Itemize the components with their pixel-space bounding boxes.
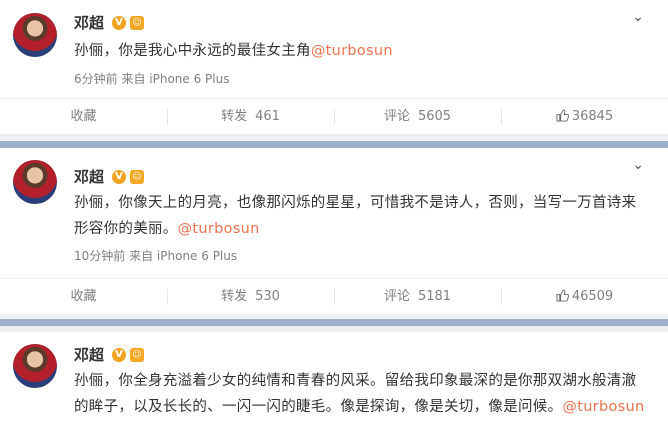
- weibo-post: 邓超 V ☺ 孙俪，你全身充溢着少女的纯情和青春的风采。留给我印象最深的是你那双…: [0, 332, 668, 442]
- post-source[interactable]: 来自 iPhone 6 Plus: [129, 249, 237, 263]
- repost-count: 530: [255, 289, 280, 304]
- separator-bar: [0, 141, 668, 148]
- weibo-post: 邓超 V ☺ ⌄ 孙俪，你是我心中永远的最佳女主角@turbosun 6分钟前 …: [0, 0, 668, 98]
- post-separator: [0, 134, 668, 148]
- post-time[interactable]: 10分钟前: [74, 249, 125, 263]
- collect-label: 收藏: [70, 289, 97, 304]
- thumbs-up-icon: [556, 109, 569, 122]
- post-content: 孙俪，你是我心中永远的最佳女主角@turbosun: [74, 38, 650, 64]
- author-name[interactable]: 邓超: [74, 14, 104, 32]
- separator-bar: [0, 319, 668, 326]
- medal-icon: ☺: [130, 170, 144, 184]
- post-meta: 6分钟前 来自 iPhone 6 Plus: [74, 70, 229, 87]
- action-bar: 收藏 转发 461 评论 5605 36845: [0, 98, 668, 135]
- post-time[interactable]: 6分钟前: [74, 72, 118, 86]
- collect-label: 收藏: [70, 109, 97, 124]
- like-button[interactable]: 46509: [501, 279, 668, 315]
- like-button[interactable]: 36845: [501, 99, 668, 135]
- comment-button[interactable]: 评论 5605: [334, 99, 501, 135]
- repost-label: 转发: [221, 109, 248, 124]
- comment-label: 评论: [383, 289, 410, 304]
- post-separator: [0, 314, 668, 332]
- chevron-down-icon[interactable]: ⌄: [632, 10, 644, 24]
- repost-count: 461: [255, 109, 280, 124]
- avatar[interactable]: [13, 344, 57, 388]
- medal-icon: ☺: [130, 348, 144, 362]
- like-count: 46509: [571, 289, 614, 304]
- verified-icon: V: [112, 170, 126, 184]
- verified-icon: V: [112, 16, 126, 30]
- post-text: 孙俪，你像天上的月亮，也像那闪烁的星星，可惜我不是诗人，否则，当写一万首诗来形容…: [74, 195, 637, 237]
- weibo-post: 邓超 V ☺ ⌄ 孙俪，你像天上的月亮，也像那闪烁的星星，可惜我不是诗人，否则，…: [0, 148, 668, 282]
- medal-icon: ☺: [130, 16, 144, 30]
- avatar[interactable]: [13, 13, 57, 57]
- author-name[interactable]: 邓超: [74, 168, 104, 186]
- comment-label: 评论: [383, 109, 410, 124]
- repost-button[interactable]: 转发 530: [167, 279, 334, 315]
- mention-link[interactable]: @turbosun: [311, 43, 393, 59]
- comment-button[interactable]: 评论 5181: [334, 279, 501, 315]
- post-content: 孙俪，你像天上的月亮，也像那闪烁的星星，可惜我不是诗人，否则，当写一万首诗来形容…: [74, 190, 650, 242]
- repost-button[interactable]: 转发 461: [167, 99, 334, 135]
- mention-link[interactable]: @turbosun: [562, 399, 644, 415]
- collect-button[interactable]: 收藏: [0, 279, 167, 315]
- comment-count: 5605: [417, 109, 452, 124]
- post-source[interactable]: 来自 iPhone 6 Plus: [121, 72, 229, 86]
- verified-icon: V: [112, 348, 126, 362]
- collect-button[interactable]: 收藏: [0, 99, 167, 135]
- mention-link[interactable]: @turbosun: [178, 221, 260, 237]
- repost-label: 转发: [221, 289, 248, 304]
- action-bar: 收藏 转发 530 评论 5181 46509: [0, 278, 668, 315]
- thumbs-up-icon: [556, 289, 569, 302]
- post-text: 孙俪，你是我心中永远的最佳女主角: [74, 43, 311, 59]
- post-content: 孙俪，你全身充溢着少女的纯情和青春的风采。留给我印象最深的是你那双湖水般清澈的眸…: [74, 368, 650, 420]
- comment-count: 5181: [417, 289, 452, 304]
- chevron-down-icon[interactable]: ⌄: [632, 158, 644, 172]
- avatar[interactable]: [13, 160, 57, 204]
- post-meta: 10分钟前 来自 iPhone 6 Plus: [74, 247, 237, 264]
- author-name[interactable]: 邓超: [74, 346, 104, 364]
- post-text: 孙俪，你全身充溢着少女的纯情和青春的风采。留给我印象最深的是你那双湖水般清澈的眸…: [74, 373, 637, 415]
- like-count: 36845: [571, 109, 614, 124]
